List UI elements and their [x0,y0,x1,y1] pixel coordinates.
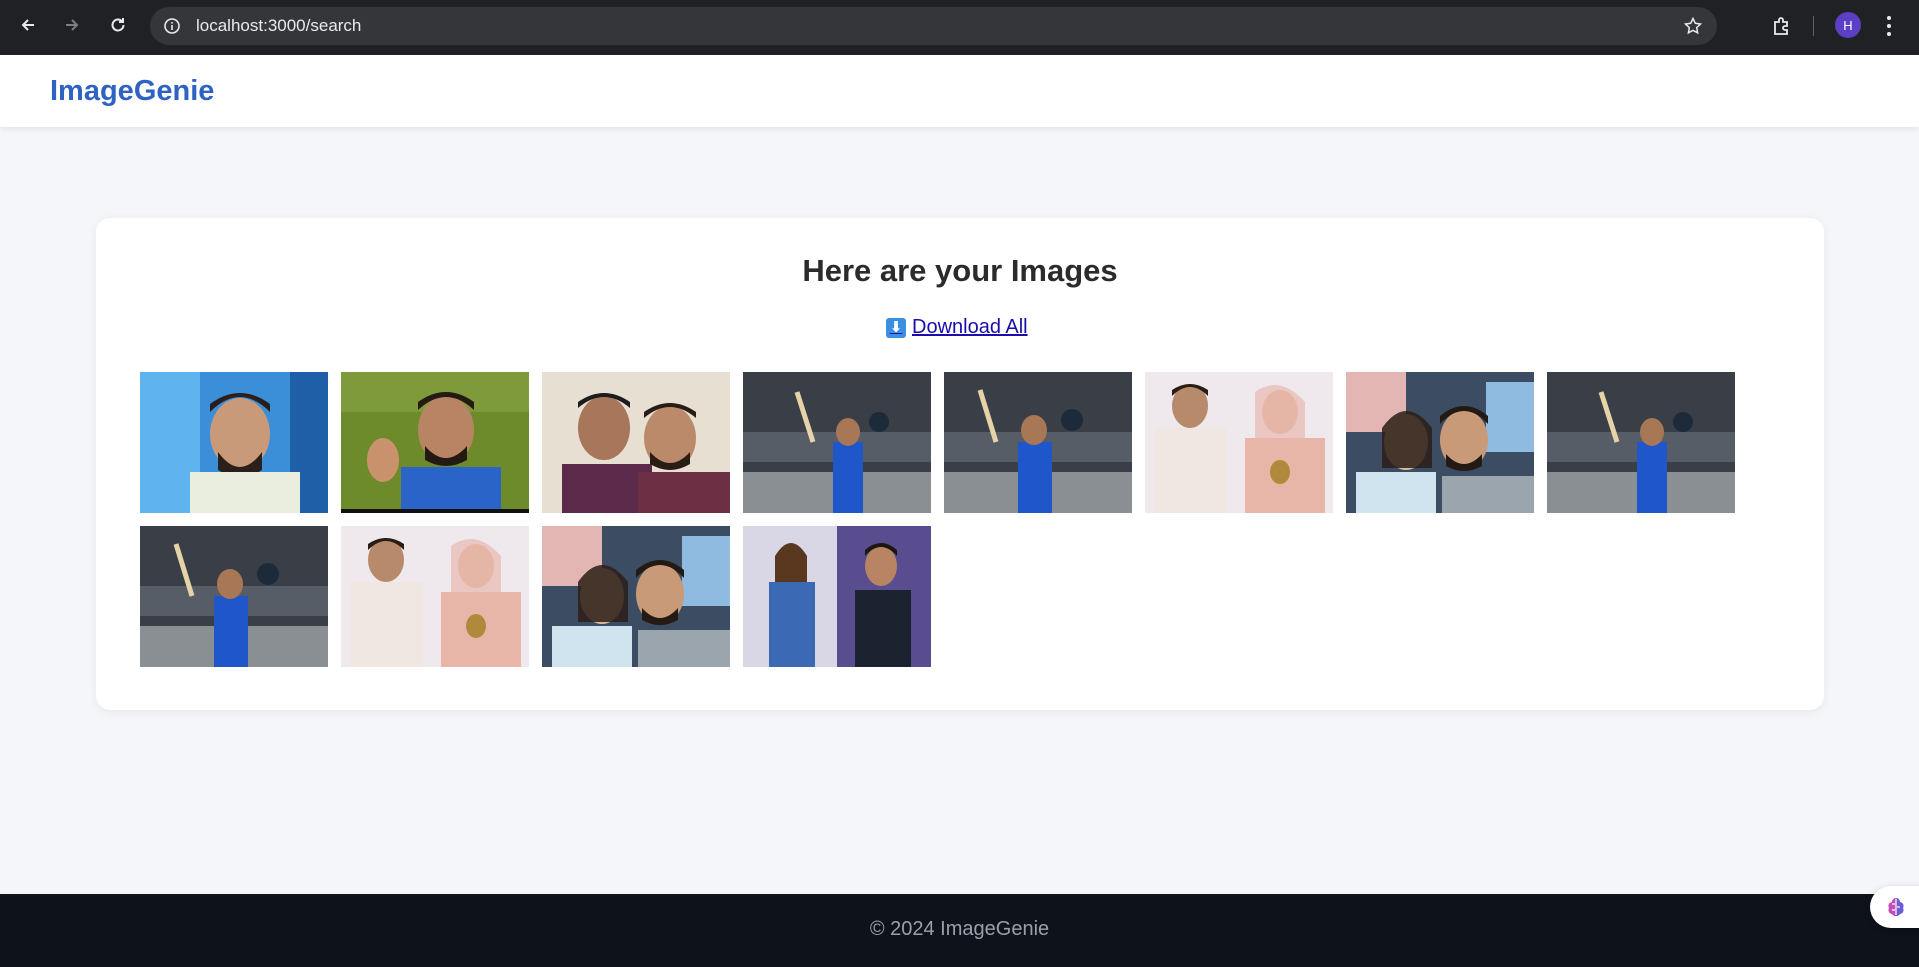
download-all-link[interactable]: ⬇ Download All [886,316,1028,339]
forward-arrow-icon[interactable] [60,13,84,37]
bookmark-star-icon[interactable] [1683,16,1703,36]
brain-icon [1888,898,1904,917]
image-thumbnail[interactable] [944,372,1132,513]
image-thumbnail[interactable] [341,526,529,667]
results-card: Here are your Images ⬇ Download All [96,218,1824,710]
toolbar-divider [1813,16,1814,36]
download-arrow-icon: ⬇ [886,317,906,338]
footer-copyright: © 2024 ImageGenie [869,918,1050,940]
image-thumbnail[interactable] [743,526,931,667]
image-thumbnail[interactable] [1547,372,1735,513]
image-thumbnail[interactable] [1346,372,1534,513]
app-header: ImageGenie [0,55,1919,127]
extensions-puzzle-icon[interactable] [1770,14,1794,38]
image-thumbnail[interactable] [743,372,931,513]
image-thumbnail[interactable] [542,372,730,513]
image-thumbnail[interactable] [341,372,529,513]
floating-assistant-button[interactable] [1870,886,1919,928]
address-bar[interactable]: localhost:3000/search [150,7,1717,45]
browser-toolbar: localhost:3000/search H [0,0,1919,55]
reload-icon[interactable] [106,13,130,37]
image-thumbnail[interactable] [542,526,730,667]
menu-kebab-icon[interactable] [1886,15,1892,37]
page-footer: © 2024 ImageGenie [0,894,1919,967]
download-all-label[interactable]: Download All [912,316,1028,339]
image-thumbnail[interactable] [1145,372,1333,513]
image-thumbnail[interactable] [140,526,328,667]
app-logo[interactable]: ImageGenie [50,75,214,108]
image-thumbnail[interactable] [140,372,328,513]
back-arrow-icon[interactable] [16,13,40,37]
profile-initial: H [1843,17,1853,33]
profile-avatar[interactable]: H [1835,12,1861,38]
site-info-icon[interactable] [162,16,182,36]
url-text[interactable]: localhost:3000/search [196,16,361,36]
results-title: Here are your Images [802,253,1118,288]
